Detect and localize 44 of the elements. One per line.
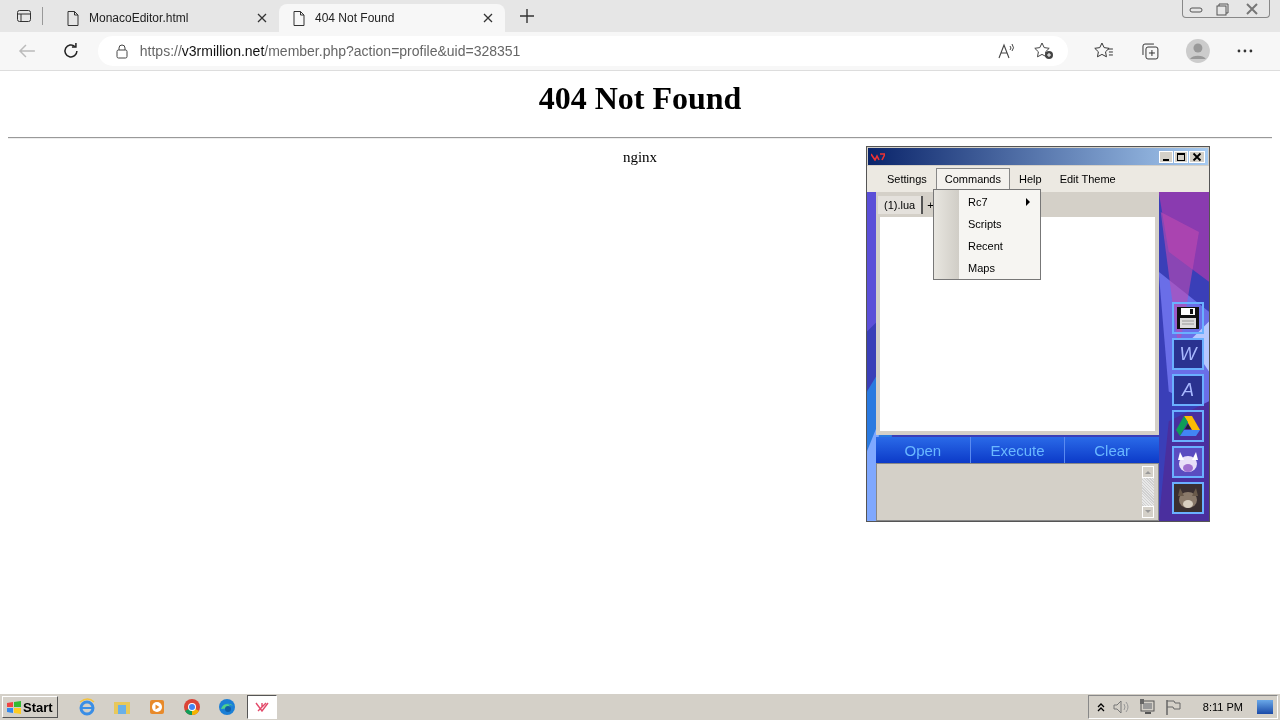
- folder-icon: [112, 699, 131, 715]
- lock-icon: [115, 43, 128, 59]
- start-button[interactable]: Start: [2, 696, 58, 718]
- tab-title: 404 Not Found: [315, 11, 396, 25]
- edge-icon: [217, 698, 236, 716]
- refresh-icon[interactable]: [61, 42, 80, 60]
- chrome-icon: [182, 698, 201, 716]
- url-text: https://v3rmillion.net/member.php?action=profile&uid=328351: [139, 43, 521, 59]
- browser-tab[interactable]: 404 Not Found: [279, 4, 505, 32]
- menu-item[interactable]: Edit Theme: [1050, 168, 1125, 190]
- minimize-icon[interactable]: [1159, 150, 1173, 163]
- new-tab-icon[interactable]: [519, 8, 535, 24]
- clock[interactable]: 8:11 PM: [1202, 701, 1243, 713]
- menu-item[interactable]: Help: [1010, 168, 1051, 190]
- play-icon: [148, 699, 165, 715]
- collections-icon[interactable]: [1140, 42, 1161, 60]
- tab-actions-icon[interactable]: [16, 8, 32, 24]
- add-favorite-icon[interactable]: [1034, 42, 1055, 60]
- page-icon: [293, 10, 305, 26]
- browser-e-icon: [77, 698, 96, 716]
- flag-icon[interactable]: [1164, 699, 1181, 715]
- maximize-icon[interactable]: [1174, 150, 1188, 163]
- menu-item[interactable]: Settings: [878, 168, 936, 190]
- page-icon: [67, 10, 79, 26]
- address-bar[interactable]: https://v3rmillion.net/member.php?action=profile&uid=328351: [97, 36, 1069, 66]
- close-icon[interactable]: [483, 13, 493, 23]
- chevron-up-icon[interactable]: [1096, 702, 1105, 712]
- network-icon[interactable]: [1138, 699, 1157, 715]
- app-logo-icon: [254, 702, 269, 712]
- server-name: nginx: [622, 149, 658, 165]
- windows-logo-icon: [7, 700, 21, 714]
- read-aloud-icon[interactable]: [998, 43, 1017, 59]
- app-logo-icon: [871, 152, 885, 161]
- favorites-icon[interactable]: [1094, 42, 1115, 60]
- profile-avatar-icon[interactable]: [1186, 39, 1211, 63]
- taskbar-button[interactable]: [246, 695, 277, 719]
- browser-tab[interactable]: MonacoEditor.html: [53, 4, 279, 32]
- more-icon[interactable]: [1236, 48, 1254, 54]
- close-icon[interactable]: [257, 13, 267, 23]
- page-heading: 404 Not Found: [537, 80, 743, 116]
- speaker-icon[interactable]: [1112, 700, 1131, 714]
- show-desktop-button[interactable]: [1257, 700, 1273, 714]
- menu-item[interactable]: Commands: [935, 168, 1010, 190]
- tab-title: MonacoEditor.html: [89, 11, 190, 25]
